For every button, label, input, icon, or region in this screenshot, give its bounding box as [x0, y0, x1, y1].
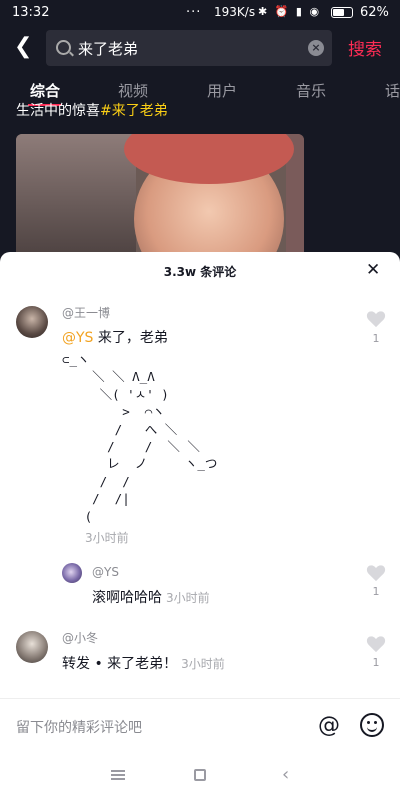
status-dots: ···: [186, 5, 202, 20]
status-icons: ✱ ⏰ ▮ ◉: [258, 5, 322, 18]
back-arrow-icon[interactable]: ❮: [14, 35, 32, 59]
reply-text: 滚啊哈哈哈 3小时前: [92, 587, 210, 607]
tab-topics[interactable]: 话: [385, 80, 400, 101]
comment-input-bar: 留下你的精彩评论吧 @: [0, 698, 400, 755]
comments-title: 3.3w 条评论: [163, 265, 237, 279]
comment-time: 3小时前: [181, 657, 225, 671]
avatar[interactable]: [16, 306, 48, 338]
comment-text: 转发 • 来了老弟！ 3小时前: [62, 653, 225, 673]
home-icon[interactable]: [194, 769, 206, 781]
comment-body: 转发 • 来了老弟！: [62, 656, 178, 672]
comment-time: 3小时前: [85, 531, 129, 545]
search-button[interactable]: 搜索: [348, 35, 382, 60]
network-speed: 193K/s: [214, 5, 256, 19]
battery-percent: 62%: [360, 5, 389, 20]
heart-icon[interactable]: [366, 310, 386, 328]
comment-ascii-art: ⊂_ヽ ＼ ＼ Λ_Λ ＼( 'ㅅ' ) > ⌒ヽ / へ ＼ / / ＼ ＼ …: [62, 352, 218, 524]
tab-users[interactable]: 用户: [207, 80, 237, 101]
menu-icon[interactable]: [111, 770, 125, 780]
comment-body: 来了，老弟: [93, 330, 168, 346]
like-count: 1: [372, 332, 380, 345]
tab-music[interactable]: 音乐: [296, 80, 326, 101]
nav-back-icon[interactable]: ‹: [282, 764, 289, 785]
emoji-icon[interactable]: [360, 713, 384, 737]
search-header: ❮ × 搜索: [0, 26, 400, 70]
like-count: 1: [372, 656, 380, 669]
video-thumbnail[interactable]: [16, 134, 304, 264]
video-caption-text: 生活中的惊喜: [16, 103, 100, 119]
search-input[interactable]: [78, 36, 298, 60]
like-count: 1: [372, 585, 380, 598]
avatar[interactable]: [62, 563, 82, 583]
comment-username[interactable]: @王一博: [62, 304, 110, 321]
search-box[interactable]: ×: [46, 30, 332, 66]
comment-username[interactable]: @小冬: [62, 629, 98, 646]
close-icon[interactable]: ✕: [366, 260, 380, 280]
heart-icon[interactable]: [366, 635, 386, 653]
mention-icon[interactable]: @: [318, 713, 340, 738]
clear-icon[interactable]: ×: [308, 40, 324, 56]
reply-time: 3小时前: [166, 591, 210, 605]
reply-username[interactable]: @YS: [92, 565, 119, 579]
video-hashtag[interactable]: #来了老弟: [100, 103, 168, 119]
status-time: 13:32: [12, 5, 50, 20]
comment-input[interactable]: 留下你的精彩评论吧: [16, 717, 142, 737]
search-icon: [56, 40, 71, 55]
battery-icon: [331, 7, 353, 18]
comment-mention[interactable]: @YS: [62, 330, 93, 346]
tab-comprehensive[interactable]: 综合: [30, 80, 60, 101]
status-bar: 13:32 ··· 193K/s ✱ ⏰ ▮ ◉ 62%: [0, 0, 400, 26]
reply-body: 滚啊哈哈哈: [92, 590, 162, 606]
avatar[interactable]: [16, 631, 48, 663]
tab-videos[interactable]: 视频: [118, 80, 148, 101]
video-caption[interactable]: 生活中的惊喜#来了老弟: [16, 100, 396, 122]
comment-text: @YS 来了，老弟: [62, 327, 168, 347]
system-nav-bar: ‹: [0, 754, 400, 800]
heart-icon[interactable]: [366, 564, 386, 582]
